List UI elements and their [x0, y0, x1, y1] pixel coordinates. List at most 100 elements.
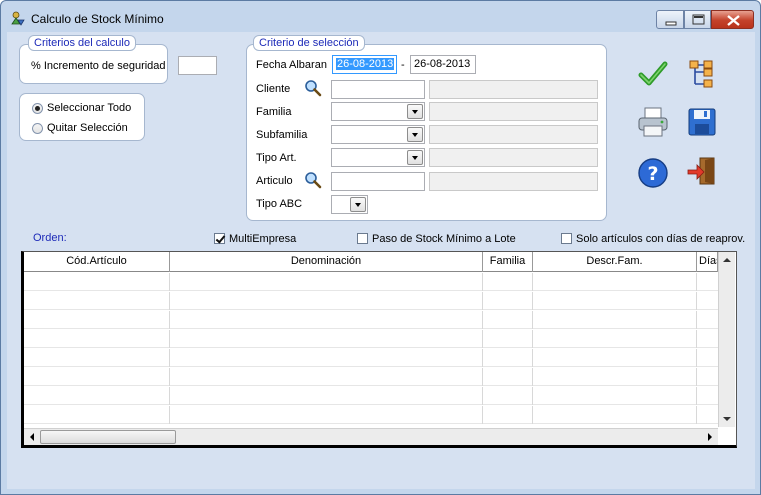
tipo-art-select[interactable]: [331, 148, 425, 167]
table-row[interactable]: [24, 387, 718, 405]
table-cell[interactable]: [24, 330, 170, 348]
printer-icon[interactable]: [636, 105, 670, 139]
familia-label: Familia: [256, 106, 292, 118]
subfamilia-select[interactable]: [331, 125, 425, 144]
subfamilia-dropdown-icon[interactable]: [407, 127, 423, 142]
scroll-right-icon: [708, 433, 712, 441]
fecha-separator: -: [401, 59, 405, 71]
tipo-abc-dropdown-icon[interactable]: [350, 197, 366, 212]
table-row[interactable]: [24, 330, 718, 348]
table-row[interactable]: [24, 349, 718, 367]
radio-seleccionar-todo-label[interactable]: Seleccionar Todo: [47, 102, 131, 114]
help-icon[interactable]: ?: [636, 156, 670, 190]
table-row[interactable]: [24, 406, 718, 424]
vertical-scrollbar[interactable]: [718, 252, 735, 427]
scroll-down-button[interactable]: [719, 411, 735, 427]
table-cell[interactable]: [170, 349, 483, 367]
table-cell[interactable]: [170, 406, 483, 424]
tipo-abc-select[interactable]: [331, 195, 368, 214]
paso-stock-lote-label[interactable]: Paso de Stock Mínimo a Lote: [372, 233, 516, 245]
radio-seleccionar-todo[interactable]: [32, 103, 43, 114]
horizontal-scrollbar[interactable]: [24, 428, 718, 445]
table-cell[interactable]: [24, 349, 170, 367]
table-cell[interactable]: [483, 273, 533, 291]
col-header-dias[interactable]: Días: [697, 252, 718, 272]
table-cell[interactable]: [483, 368, 533, 386]
paso-stock-lote-checkbox[interactable]: [357, 233, 368, 244]
maximize-icon: [692, 14, 705, 25]
table-cell[interactable]: [533, 387, 697, 405]
close-button[interactable]: [711, 10, 754, 29]
table-cell[interactable]: [170, 387, 483, 405]
radio-quitar-seleccion[interactable]: [32, 123, 43, 134]
cliente-label: Cliente: [256, 83, 291, 95]
results-grid[interactable]: Cód.Artículo Denominación Familia Descr.…: [21, 251, 737, 448]
table-cell[interactable]: [533, 330, 697, 348]
incremento-input[interactable]: [178, 56, 217, 75]
table-cell[interactable]: [170, 273, 483, 291]
table-cell[interactable]: [24, 406, 170, 424]
table-cell[interactable]: [24, 311, 170, 329]
title-bar[interactable]: Calculo de Stock Mínimo: [1, 1, 760, 31]
table-row[interactable]: [24, 311, 718, 329]
app-window: Calculo de Stock Mínimo Criterios del ca…: [0, 0, 761, 495]
scroll-up-button[interactable]: [719, 252, 735, 268]
scroll-left-icon: [30, 433, 34, 441]
table-cell[interactable]: [533, 406, 697, 424]
table-cell[interactable]: [483, 311, 533, 329]
table-cell[interactable]: [170, 311, 483, 329]
table-cell[interactable]: [170, 368, 483, 386]
minimize-button[interactable]: [656, 10, 684, 29]
table-cell[interactable]: [483, 349, 533, 367]
table-cell[interactable]: [483, 292, 533, 310]
svg-text:?: ?: [647, 163, 658, 185]
table-cell[interactable]: [24, 387, 170, 405]
scroll-left-button[interactable]: [24, 429, 40, 445]
cliente-search-icon[interactable]: [304, 79, 322, 97]
solo-articulos-label[interactable]: Solo artículos con días de reaprov.: [576, 233, 745, 245]
articulo-input[interactable]: [331, 172, 425, 191]
table-cell[interactable]: [483, 330, 533, 348]
floppy-icon[interactable]: [685, 105, 719, 139]
exit-door-icon[interactable]: [685, 154, 719, 188]
radio-quitar-seleccion-label[interactable]: Quitar Selección: [47, 122, 128, 134]
table-cell[interactable]: [24, 368, 170, 386]
tipo-abc-label: Tipo ABC: [256, 198, 303, 210]
table-cell[interactable]: [533, 311, 697, 329]
familia-dropdown-icon[interactable]: [407, 104, 423, 119]
cliente-input[interactable]: [331, 80, 425, 99]
col-header-cod-articulo[interactable]: Cód.Artículo: [24, 252, 170, 272]
table-cell[interactable]: [533, 349, 697, 367]
solo-articulos-checkbox[interactable]: [561, 233, 572, 244]
table-cell[interactable]: [170, 292, 483, 310]
table-row[interactable]: [24, 368, 718, 386]
maximize-button[interactable]: [684, 10, 711, 29]
familia-select[interactable]: [331, 102, 425, 121]
tree-icon[interactable]: [685, 57, 719, 91]
table-cell[interactable]: [533, 292, 697, 310]
subfamilia-description: [429, 125, 598, 144]
scroll-right-button[interactable]: [702, 429, 718, 445]
window-title: Calculo de Stock Mínimo: [31, 12, 164, 26]
col-header-familia[interactable]: Familia: [483, 252, 533, 272]
col-header-descr-fam[interactable]: Descr.Fam.: [533, 252, 697, 272]
table-cell[interactable]: [533, 368, 697, 386]
subfamilia-label: Subfamilia: [256, 129, 308, 141]
table-cell[interactable]: [170, 330, 483, 348]
table-row[interactable]: [24, 292, 718, 310]
col-header-denominacion[interactable]: Denominación: [170, 252, 483, 272]
table-cell[interactable]: [533, 273, 697, 291]
fecha-hasta-input[interactable]: 26-08-2013: [410, 55, 476, 74]
table-row[interactable]: [24, 273, 718, 291]
table-cell[interactable]: [24, 292, 170, 310]
fecha-desde-input[interactable]: 26-08-2013: [332, 55, 397, 74]
horizontal-scroll-thumb[interactable]: [40, 430, 176, 444]
table-cell[interactable]: [483, 387, 533, 405]
articulo-search-icon[interactable]: [304, 171, 322, 189]
multiempresa-label[interactable]: MultiEmpresa: [229, 233, 296, 245]
table-cell[interactable]: [24, 273, 170, 291]
check-icon[interactable]: [636, 57, 670, 91]
multiempresa-checkbox[interactable]: [214, 233, 225, 244]
table-cell[interactable]: [483, 406, 533, 424]
tipo-art-dropdown-icon[interactable]: [407, 150, 423, 165]
